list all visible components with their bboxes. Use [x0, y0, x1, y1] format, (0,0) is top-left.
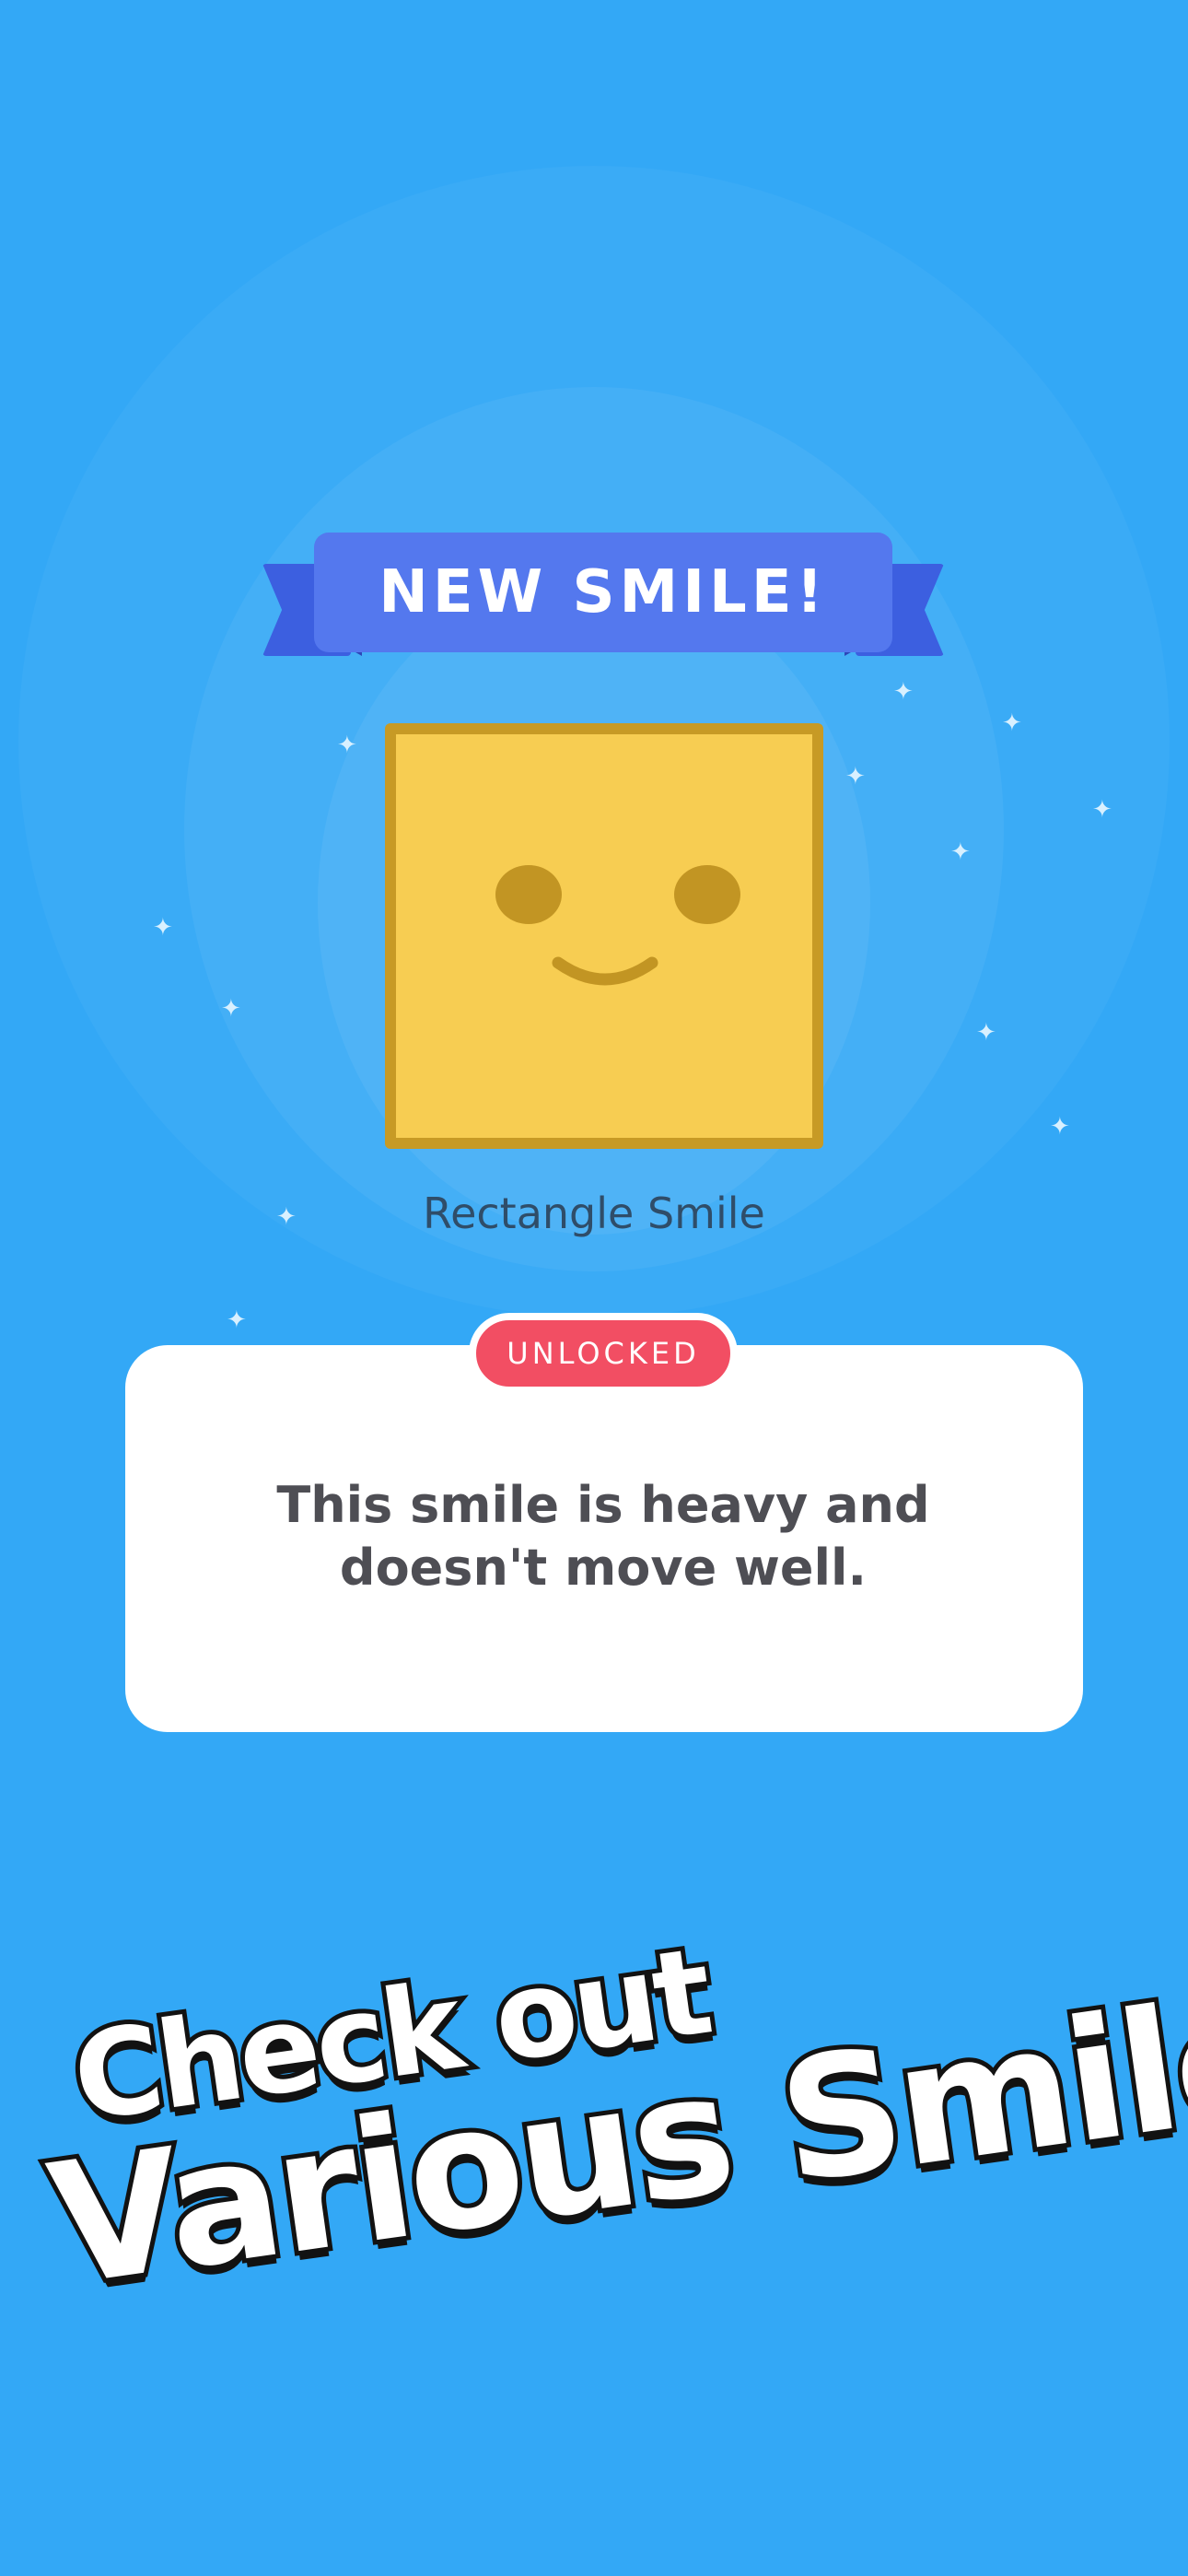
smile-name-label: Rectangle Smile: [423, 1188, 765, 1238]
banner-title: NEW SMILE!: [379, 558, 828, 626]
sparkle-icon: ✦: [1050, 1113, 1070, 1141]
sparkle-icon: ✦: [153, 914, 173, 942]
description-line-1: This smile is heavy and: [276, 1476, 930, 1534]
sparkle-icon: ✦: [950, 838, 971, 866]
sparkle-icon: ✦: [337, 732, 357, 759]
sparkle-icon: ✦: [227, 1306, 247, 1334]
sparkle-icon: ✦: [893, 678, 914, 706]
smile-right-eye: [674, 865, 740, 924]
sparkle-icon: ✦: [221, 995, 241, 1023]
sparkle-icon: ✦: [1092, 796, 1112, 824]
sparkle-icon: ✦: [976, 1019, 996, 1047]
description-line-2: doesn't move well.: [339, 1539, 868, 1597]
sparkle-icon: ✦: [845, 763, 866, 790]
smile-mouth: [552, 956, 658, 986]
new-smile-banner: NEW SMILE!: [262, 533, 944, 680]
smile-description: This smile is heavy and doesn't move wel…: [184, 1474, 1022, 1599]
sparkle-icon: ✦: [1002, 709, 1022, 737]
banner-body: NEW SMILE!: [314, 533, 892, 652]
unlocked-badge: UNLOCKED: [469, 1313, 738, 1394]
unlocked-badge-label: UNLOCKED: [507, 1336, 700, 1371]
smile-left-eye: [495, 865, 562, 924]
smile-face-icon: [385, 723, 823, 1149]
